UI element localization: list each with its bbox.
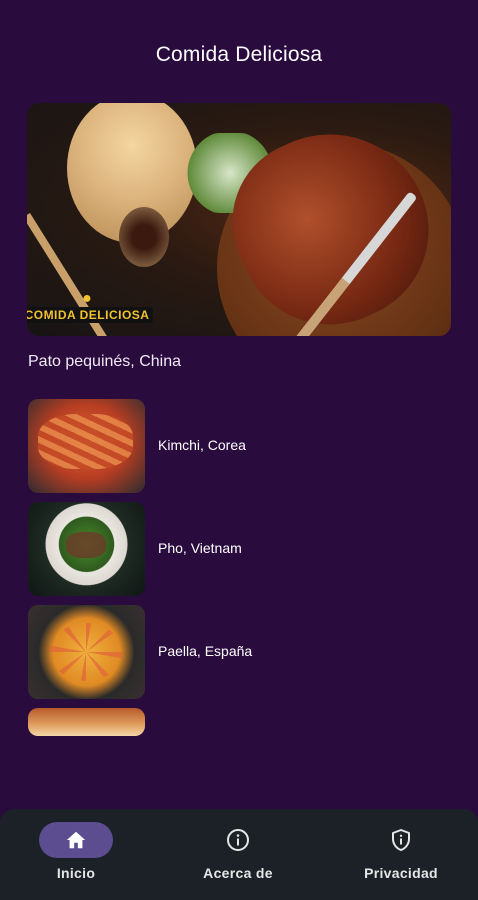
brand-logo: ● COMIDA DELICIOSA [27, 278, 154, 323]
active-indicator [39, 822, 113, 858]
dish-thumbnail [28, 708, 145, 736]
nav-item-privacidad[interactable]: Privacidad [321, 809, 478, 900]
featured-dish-label: Pato pequinés, China [28, 353, 181, 370]
dish-thumbnail [28, 605, 145, 699]
app-title: Comida Deliciosa [155, 43, 323, 66]
nav-item-acerca-de[interactable]: Acerca de [158, 809, 318, 900]
nav-label-inicio: Inicio [56, 865, 96, 881]
hero-image-peking-duck[interactable]: ● COMIDA DELICIOSA [27, 103, 451, 336]
shield-info-icon [389, 828, 413, 852]
list-item-kimchi[interactable]: Kimchi, Corea [28, 399, 448, 493]
list-item-paella[interactable]: Paella, España [28, 605, 448, 699]
brand-logo-text: COMIDA DELICIOSA [27, 307, 154, 323]
dish-thumbnail [28, 502, 145, 596]
nav-item-inicio[interactable]: Inicio [0, 809, 156, 900]
dish-label: Pho, Vietnam [158, 540, 242, 556]
nav-icon-container [201, 822, 275, 858]
dish-thumbnail [28, 399, 145, 493]
dish-label: Paella, España [158, 643, 253, 659]
info-icon [226, 828, 250, 852]
nav-icon-container [364, 822, 438, 858]
hero-sauce-bowl [119, 207, 169, 267]
app-bar: Comida Deliciosa [0, 0, 478, 112]
dish-label: Kimchi, Corea [158, 437, 246, 453]
bottom-navigation: Inicio Acerca de Privacidad [0, 809, 478, 900]
list-item-partial[interactable] [28, 708, 448, 736]
nav-label-privacidad: Privacidad [364, 865, 438, 881]
burger-logo-icon: ● [82, 290, 92, 307]
home-icon [65, 829, 87, 851]
list-item-pho[interactable]: Pho, Vietnam [28, 502, 448, 596]
nav-label-acerca-de: Acerca de [203, 865, 273, 881]
